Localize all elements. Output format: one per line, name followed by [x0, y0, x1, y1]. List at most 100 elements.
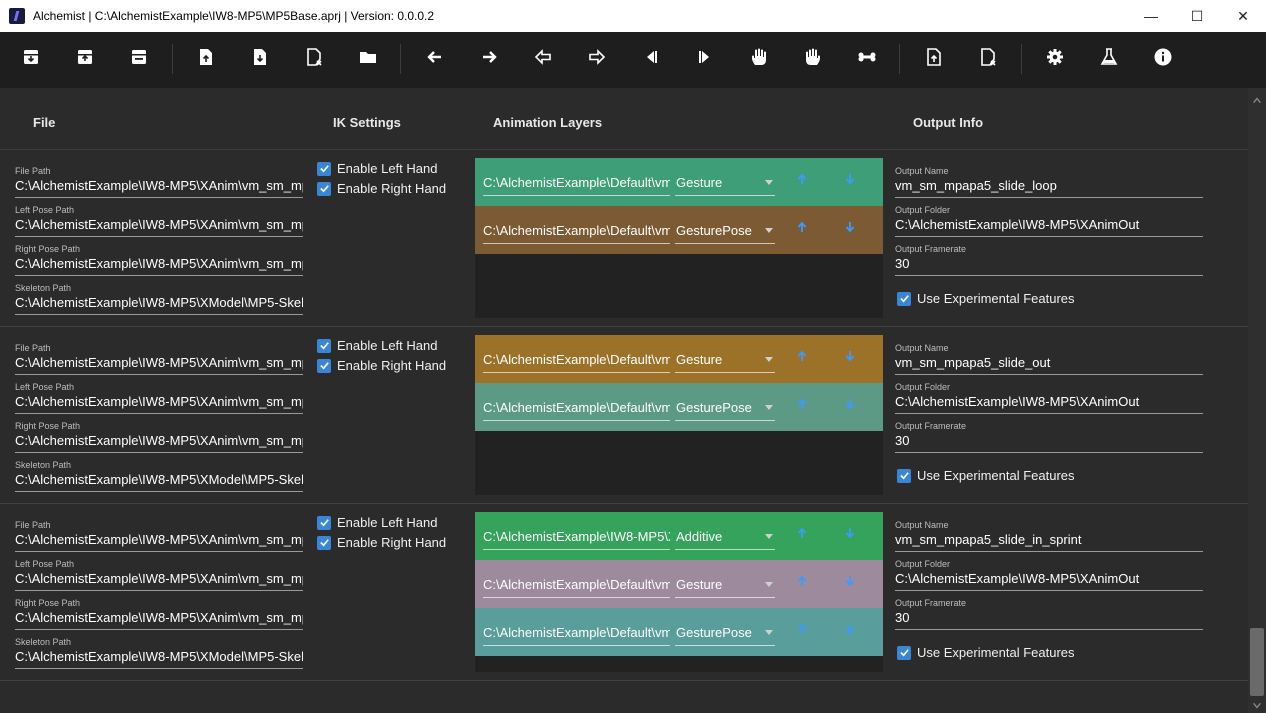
chevron-down-icon[interactable] [765, 180, 773, 185]
enable-left-hand-checkbox[interactable]: Enable Left Hand [317, 338, 437, 353]
skeleton-path-field-input[interactable]: C:\AlchemistExample\IW8-MP5\XModel\MP5-S… [15, 647, 303, 669]
experimental-features-checkbox[interactable]: Use Experimental Features [897, 645, 1075, 660]
layer-type-select[interactable]: Additive [675, 526, 775, 550]
move-down-button[interactable] [842, 623, 858, 639]
skeleton-path-field-input[interactable]: C:\AlchemistExample\IW8-MP5\XModel\MP5-S… [15, 293, 303, 315]
file-path-field-input[interactable]: C:\AlchemistExample\IW8-MP5\XAnim\vm_sm_… [15, 530, 303, 552]
move-down-button[interactable] [842, 527, 858, 543]
animation-layer[interactable]: C:\AlchemistExample\IW8-MP5\XAnim\additi… [475, 512, 883, 560]
layer-path-input[interactable]: C:\AlchemistExample\Default\vm_gesture_p… [483, 220, 670, 244]
close-button[interactable]: ✕ [1220, 0, 1266, 32]
chevron-down-icon[interactable] [765, 534, 773, 539]
file-path-field-input[interactable]: C:\AlchemistExample\IW8-MP5\XAnim\vm_sm_… [15, 176, 303, 198]
left-hand-button[interactable] [743, 42, 775, 76]
vertical-scrollbar[interactable] [1248, 88, 1266, 713]
move-down-button[interactable] [842, 398, 858, 414]
move-up-button[interactable] [794, 173, 810, 189]
layer-path-input[interactable]: C:\AlchemistExample\Default\vm_gesture [483, 172, 670, 196]
animation-layer[interactable]: C:\AlchemistExample\Default\vm_gesture_p… [475, 608, 883, 656]
right-pose-path-field-input[interactable]: C:\AlchemistExample\IW8-MP5\XAnim\vm_sm_… [15, 608, 303, 630]
output-name-field-input[interactable]: vm_sm_mpapa5_slide_in_sprint [895, 530, 1203, 552]
layer-type-select[interactable]: Gesture [675, 172, 775, 196]
file-remove-button[interactable] [298, 42, 330, 76]
move-up-button[interactable] [794, 350, 810, 366]
enable-left-hand-checkbox[interactable]: Enable Left Hand [317, 161, 437, 176]
layer-path-input[interactable]: C:\AlchemistExample\Default\vm_gesture_p… [483, 622, 670, 646]
settings-button[interactable] [1039, 42, 1071, 76]
right-pose-path-field-input[interactable]: C:\AlchemistExample\IW8-MP5\XAnim\vm_sm_… [15, 254, 303, 276]
scrollbar-thumb[interactable] [1250, 628, 1264, 696]
animation-layer[interactable]: C:\AlchemistExample\Default\vm_gesture G… [475, 560, 883, 608]
info-button[interactable] [1147, 42, 1179, 76]
animation-layer[interactable]: C:\AlchemistExample\Default\vm_gesture_p… [475, 206, 883, 254]
move-up-button[interactable] [794, 575, 810, 591]
minimize-button[interactable]: — [1128, 0, 1174, 32]
chevron-down-icon[interactable] [765, 630, 773, 635]
enable-right-hand-checkbox[interactable]: Enable Right Hand [317, 358, 446, 373]
move-down-button[interactable] [842, 173, 858, 189]
experimental-features-checkbox[interactable]: Use Experimental Features [897, 468, 1075, 483]
move-up-button[interactable] [794, 398, 810, 414]
skeleton-path-field-input[interactable]: C:\AlchemistExample\IW8-MP5\XModel\MP5-S… [15, 470, 303, 492]
output-name-field-input[interactable]: vm_sm_mpapa5_slide_loop [895, 176, 1203, 198]
output-folder-field-input[interactable]: C:\AlchemistExample\IW8-MP5\XAnimOut [895, 392, 1203, 414]
layer-path-input[interactable]: C:\AlchemistExample\Default\vm_gesture_p… [483, 397, 670, 421]
move-down-button[interactable] [842, 350, 858, 366]
move-down-button[interactable] [842, 575, 858, 591]
open-folder-button[interactable] [352, 42, 384, 76]
arrow-right-outline-button[interactable] [581, 42, 613, 76]
output-folder-field-input[interactable]: C:\AlchemistExample\IW8-MP5\XAnimOut [895, 569, 1203, 591]
chevron-down-icon[interactable] [765, 582, 773, 587]
animation-layer[interactable]: C:\AlchemistExample\Default\vm_gesture_p… [475, 383, 883, 431]
layer-path-input[interactable]: C:\AlchemistExample\Default\vm_gesture [483, 349, 670, 373]
export-button[interactable] [918, 42, 950, 76]
right-hand-button[interactable] [797, 42, 829, 76]
move-up-button[interactable] [794, 527, 810, 543]
experimental-features-checkbox[interactable]: Use Experimental Features [897, 291, 1075, 306]
left-pose-path-field-input[interactable]: C:\AlchemistExample\IW8-MP5\XAnim\vm_sm_… [15, 392, 303, 414]
scroll-down-icon[interactable] [1251, 699, 1263, 711]
layer-type-select[interactable]: GesturePose [675, 622, 775, 646]
enable-right-hand-checkbox[interactable]: Enable Right Hand [317, 181, 446, 196]
experimental-button[interactable] [1093, 42, 1125, 76]
layer-type-select[interactable]: GesturePose [675, 220, 775, 244]
chevron-down-icon[interactable] [765, 405, 773, 410]
animation-layer[interactable]: C:\AlchemistExample\Default\vm_gesture G… [475, 335, 883, 383]
file-path-field-input[interactable]: C:\AlchemistExample\IW8-MP5\XAnim\vm_sm_… [15, 353, 303, 375]
output-framerate-field-input[interactable]: 30 [895, 608, 1203, 630]
layer-type-select[interactable]: Gesture [675, 574, 775, 598]
step-back-button[interactable] [635, 42, 667, 76]
layer-type-select[interactable]: Gesture [675, 349, 775, 373]
output-framerate-field-input[interactable]: 30 [895, 431, 1203, 453]
enable-left-hand-checkbox[interactable]: Enable Left Hand [317, 515, 437, 530]
step-forward-button[interactable] [689, 42, 721, 76]
arrow-right-button[interactable] [473, 42, 505, 76]
move-up-button[interactable] [794, 623, 810, 639]
maximize-button[interactable]: ☐ [1174, 0, 1220, 32]
scroll-up-icon[interactable] [1251, 95, 1263, 107]
move-down-button[interactable] [842, 221, 858, 237]
arrow-left-outline-button[interactable] [527, 42, 559, 76]
layer-type-select[interactable]: GesturePose [675, 397, 775, 421]
archive-down-button[interactable] [15, 42, 47, 76]
layer-path-input[interactable]: C:\AlchemistExample\Default\vm_gesture [483, 574, 670, 598]
archive-clear-button[interactable] [123, 42, 155, 76]
file-download-button[interactable] [244, 42, 276, 76]
archive-up-button[interactable] [69, 42, 101, 76]
chevron-down-icon[interactable] [765, 357, 773, 362]
enable-right-hand-checkbox[interactable]: Enable Right Hand [317, 535, 446, 550]
left-pose-path-field-input[interactable]: C:\AlchemistExample\IW8-MP5\XAnim\vm_sm_… [15, 215, 303, 237]
file-close-button[interactable] [972, 42, 1004, 76]
arrow-left-button[interactable] [419, 42, 451, 76]
output-name-field-input[interactable]: vm_sm_mpapa5_slide_out [895, 353, 1203, 375]
file-upload-button[interactable] [190, 42, 222, 76]
bone-button[interactable] [851, 42, 883, 76]
layer-path-input[interactable]: C:\AlchemistExample\IW8-MP5\XAnim\additi… [483, 526, 670, 550]
left-pose-path-field-input[interactable]: C:\AlchemistExample\IW8-MP5\XAnim\vm_sm_… [15, 569, 303, 591]
right-pose-path-field-input[interactable]: C:\AlchemistExample\IW8-MP5\XAnim\vm_sm_… [15, 431, 303, 453]
output-framerate-field-input[interactable]: 30 [895, 254, 1203, 276]
output-folder-field-input[interactable]: C:\AlchemistExample\IW8-MP5\XAnimOut [895, 215, 1203, 237]
animation-layer[interactable]: C:\AlchemistExample\Default\vm_gesture G… [475, 158, 883, 206]
move-up-button[interactable] [794, 221, 810, 237]
chevron-down-icon[interactable] [765, 228, 773, 233]
